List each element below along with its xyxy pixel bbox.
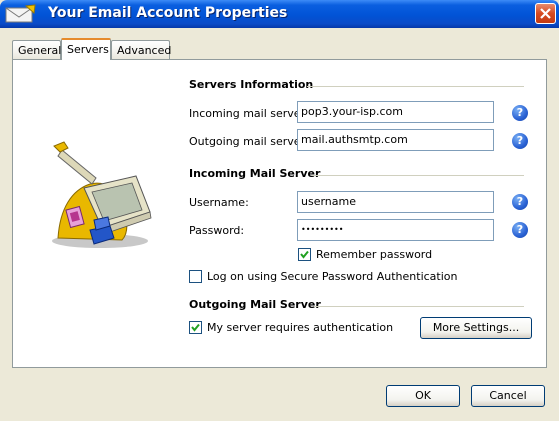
mail-icon [5,4,36,23]
section-divider [314,306,524,307]
remember-password-checkbox[interactable] [298,248,311,261]
checkmark-icon [300,250,309,259]
password-input[interactable]: ••••••••• [297,219,494,241]
tab-servers[interactable]: Servers [61,38,111,60]
section-divider [307,86,524,87]
outgoing-mail-server-heading: Outgoing Mail Server [189,298,321,311]
properties-dialog: Your Email Account Properties General Se… [0,0,559,421]
tab-general[interactable]: General [12,40,61,59]
incoming-mail-server-heading: Incoming Mail Server [189,167,321,180]
help-icon[interactable]: ? [512,133,528,149]
help-icon[interactable]: ? [512,105,528,121]
incoming-server-label: Incoming mail server: [189,107,309,120]
title-bar[interactable]: Your Email Account Properties [0,0,559,28]
username-label: Username: [189,196,249,209]
section-divider [312,175,524,176]
window-title: Your Email Account Properties [48,5,288,21]
mail-server-illustration [52,141,152,248]
ok-button[interactable]: OK [386,385,460,407]
help-icon[interactable]: ? [512,194,528,210]
spa-checkbox[interactable] [189,270,202,283]
outgoing-server-label: Outgoing mail server: [189,135,309,148]
close-icon [540,8,551,19]
password-label: Password: [189,224,245,237]
servers-information-heading: Servers Information [189,78,314,91]
remember-password-label[interactable]: Remember password [316,248,432,261]
help-icon[interactable]: ? [512,222,528,238]
more-settings-button[interactable]: More Settings... [420,317,532,339]
tab-advanced[interactable]: Advanced [111,40,171,59]
outgoing-server-input[interactable]: mail.authsmtp.com [297,129,494,151]
checkmark-icon [191,323,200,332]
requires-auth-label[interactable]: My server requires authentication [207,321,393,334]
requires-auth-checkbox[interactable] [189,321,202,334]
username-input[interactable]: username [297,191,494,213]
cancel-button[interactable]: Cancel [471,385,545,407]
incoming-server-input[interactable]: pop3.your-isp.com [297,101,494,123]
spa-label[interactable]: Log on using Secure Password Authenticat… [207,270,458,283]
close-button[interactable] [535,3,556,24]
